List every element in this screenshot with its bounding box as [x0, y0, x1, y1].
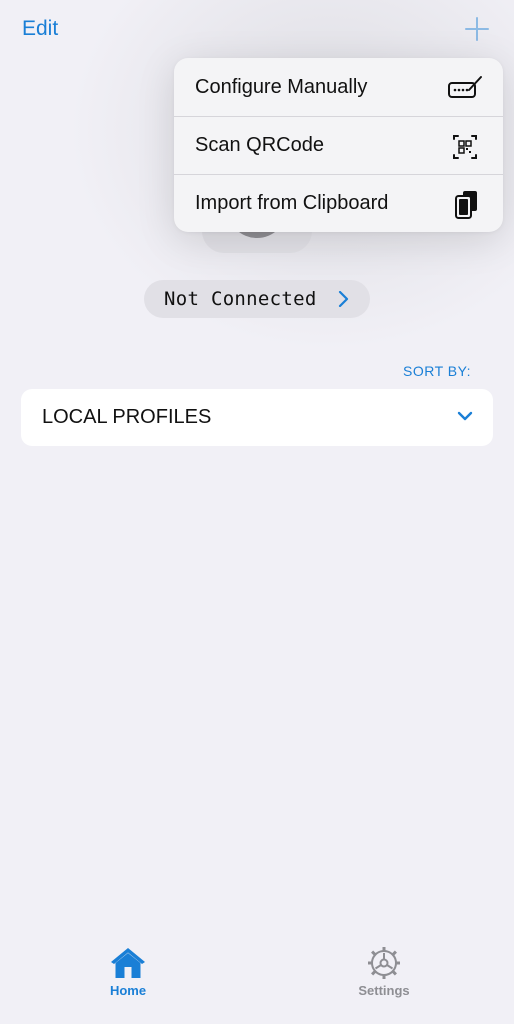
qr-scan-icon — [453, 135, 477, 159]
pencil-keyboard-icon — [448, 76, 482, 98]
chevron-down-icon[interactable] — [457, 411, 473, 422]
gear-icon — [368, 947, 400, 979]
local-profiles-title: LOCAL PROFILES — [42, 406, 212, 428]
menu-item-import-clipboard[interactable]: Import from Clipboard — [174, 174, 503, 232]
tab-label: Settings — [358, 983, 410, 998]
connection-status-text: Not Connected — [164, 288, 317, 310]
add-profile-menu: Configure Manually Scan QRCode Import fr… — [174, 58, 503, 232]
edit-button[interactable]: Edit — [22, 17, 58, 41]
plus-icon[interactable] — [462, 14, 492, 44]
tab-home[interactable]: Home — [88, 946, 168, 998]
local-profiles-section[interactable]: LOCAL PROFILES — [21, 389, 493, 446]
tab-settings[interactable]: Settings — [344, 946, 424, 998]
menu-item-label: Scan QRCode — [195, 134, 324, 156]
menu-item-label: Configure Manually — [195, 75, 368, 98]
sort-by-button[interactable]: SORT BY: — [403, 363, 471, 379]
clipboard-icon — [455, 191, 477, 219]
house-icon — [111, 948, 145, 978]
tab-label: Home — [109, 983, 147, 998]
tab-bar: Home Settings — [0, 930, 514, 1024]
chevron-right-icon — [338, 291, 349, 307]
menu-item-configure-manually[interactable]: Configure Manually — [174, 58, 503, 116]
menu-item-label: Import from Clipboard — [195, 192, 389, 214]
menu-item-scan-qrcode[interactable]: Scan QRCode — [174, 116, 503, 174]
connection-status-button[interactable]: Not Connected — [144, 280, 370, 318]
